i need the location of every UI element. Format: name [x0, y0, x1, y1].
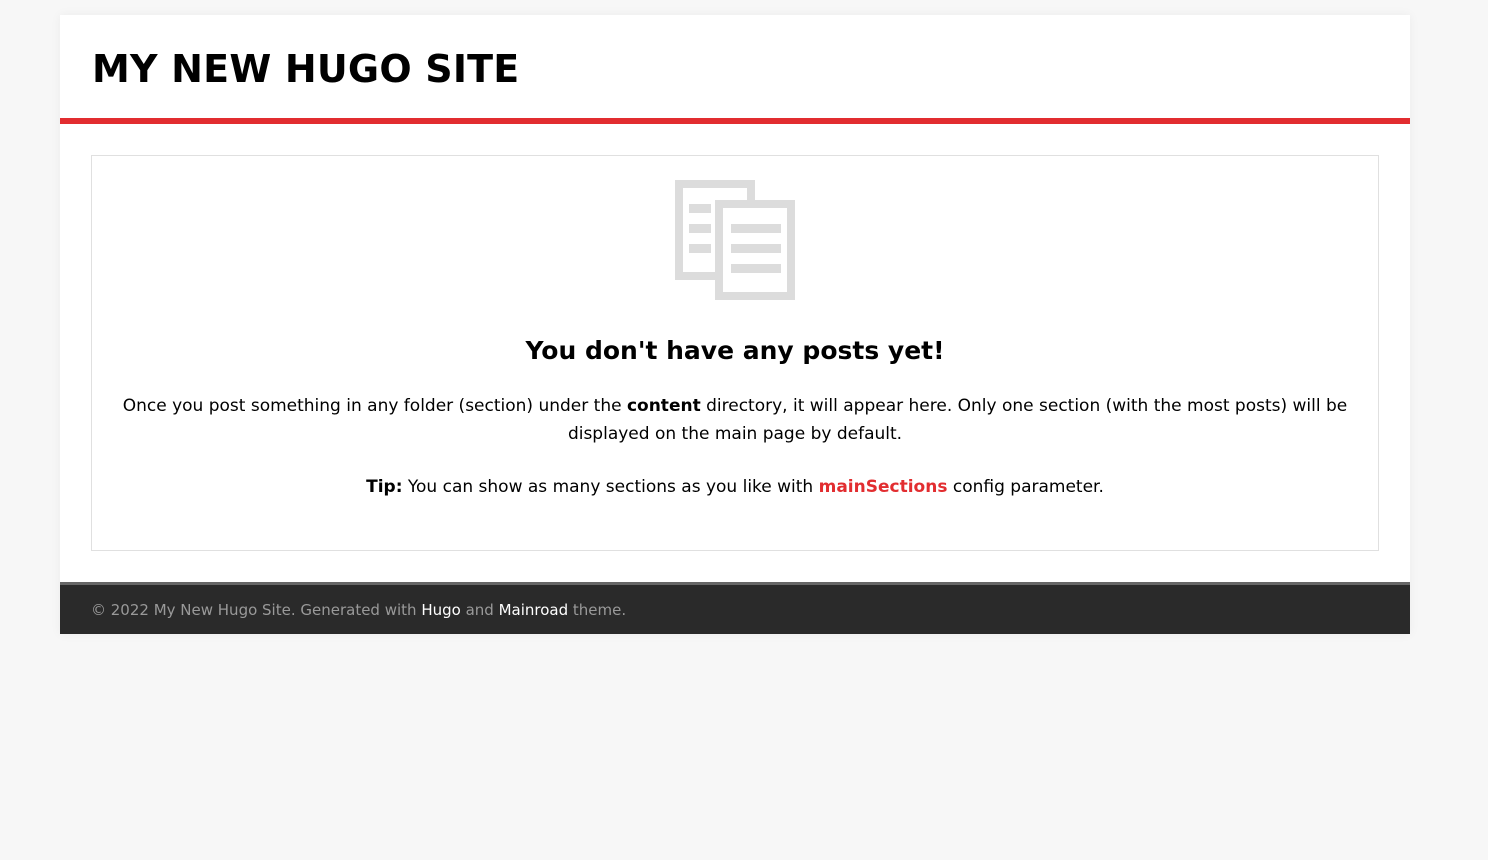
footer-text: © 2022 My New Hugo Site. Generated with … [91, 601, 626, 619]
empty-state-title: You don't have any posts yet! [525, 336, 945, 365]
footer-suffix: theme. [568, 600, 627, 619]
tip-text-after: config parameter. [947, 477, 1104, 497]
empty-state-description: Once you post something in any folder (s… [112, 392, 1358, 448]
main-content: You don't have any posts yet! Once you p… [60, 124, 1410, 582]
hugo-link[interactable]: Hugo [421, 601, 461, 619]
page-container: MY NEW HUGO SITE You don't have any post… [60, 15, 1410, 634]
empty-state-tip: Tip: You can show as many sections as yo… [92, 473, 1378, 501]
mainroad-theme-link[interactable]: Mainroad [499, 601, 569, 619]
tip-text-before: You can show as many sections as you lik… [402, 477, 819, 497]
site-header: MY NEW HUGO SITE [60, 15, 1410, 118]
documents-icon [675, 180, 797, 302]
main-sections-link[interactable]: mainSections [819, 477, 948, 497]
content-directory-name: content [626, 396, 701, 416]
site-title-link[interactable]: MY NEW HUGO SITE [92, 47, 519, 91]
tip-label: Tip: [366, 477, 403, 497]
site-footer: © 2022 My New Hugo Site. Generated with … [60, 582, 1410, 634]
empty-state-box: You don't have any posts yet! Once you p… [91, 155, 1379, 551]
description-text-before: Once you post something in any folder (s… [122, 396, 627, 416]
footer-copyright: © 2022 My New Hugo Site. Generated with [91, 600, 422, 619]
footer-and: and [460, 600, 499, 619]
